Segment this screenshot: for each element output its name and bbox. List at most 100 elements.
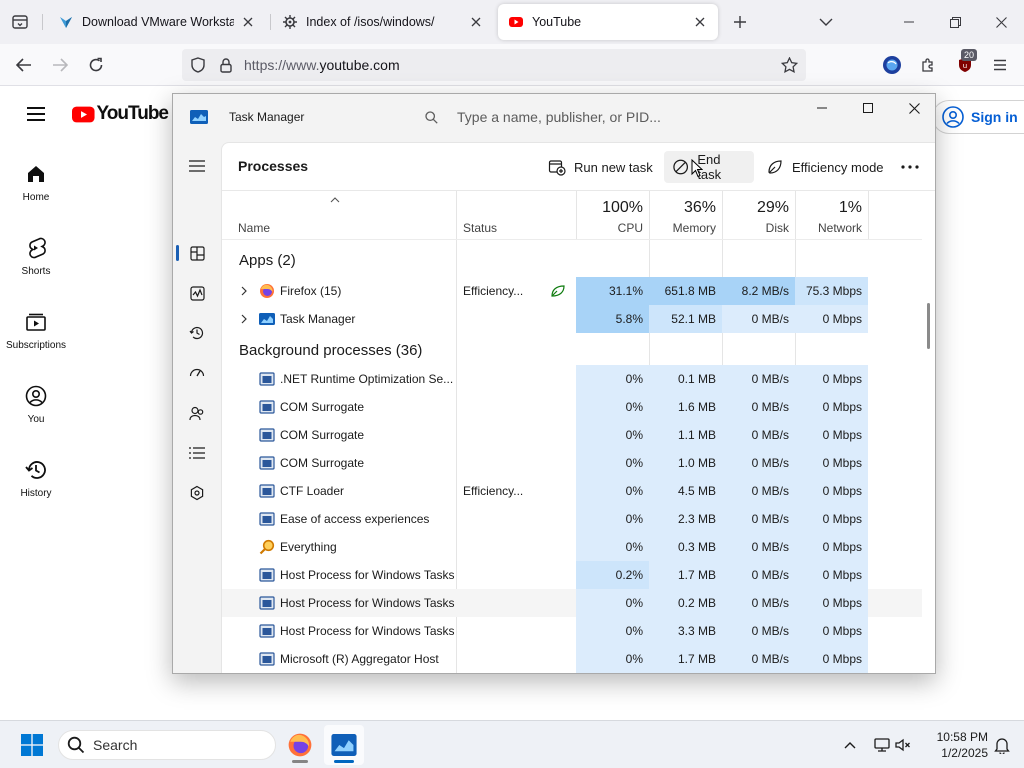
back-button[interactable]: [10, 51, 38, 79]
close-tab-button[interactable]: [468, 14, 484, 30]
table-row[interactable]: .NET Runtime Optimization Se... 0% 0.1 MB 0…: [222, 365, 922, 393]
close-tab-button[interactable]: [240, 14, 256, 30]
table-row[interactable]: Host Process for Windows Tasks 0% 3.3 MB 0 …: [222, 617, 922, 645]
table-row[interactable]: Microsoft (R) Aggregator Host 0% 1.7 MB 0 M…: [222, 645, 922, 673]
tm-maximize-button[interactable]: [845, 94, 891, 122]
chevron-right-icon[interactable]: [238, 285, 250, 297]
run-new-task-button[interactable]: Run new task: [540, 151, 661, 183]
process-name: COM Surrogate: [280, 456, 365, 470]
table-row[interactable]: CTF Loader Efficiency... 0% 4.5 MB 0 MB/s 0 M…: [222, 477, 922, 505]
table-row[interactable]: COM Surrogate 0% 1.1 MB 0 MB/s 0 Mbps: [222, 421, 922, 449]
process-name: .NET Runtime Optimization Se...: [280, 372, 454, 386]
tm-minimize-button[interactable]: [799, 94, 845, 122]
column-divider: [868, 191, 869, 239]
puzzle-icon: [922, 58, 933, 72]
nav-services[interactable]: [185, 481, 209, 505]
app-window-icon: [259, 596, 275, 610]
nav-startup-apps[interactable]: [185, 361, 209, 385]
column-header-status[interactable]: Status: [456, 191, 576, 239]
bookmark-star-button[interactable]: [780, 56, 798, 74]
process-disk: 0 MB/s: [722, 393, 795, 421]
process-name: Host Process for Windows Tasks: [280, 624, 455, 638]
process-disk: 0 MB/s: [722, 305, 795, 333]
notifications-button[interactable]: [988, 725, 1016, 765]
browser-nav-bar: https://www.youtube.com u 20: [0, 44, 1024, 86]
nav-app-history[interactable]: [185, 321, 209, 345]
process-memory: 1.0 MB: [649, 449, 722, 477]
list-all-tabs-button[interactable]: [814, 10, 838, 34]
taskbar-task-manager[interactable]: [324, 725, 364, 765]
plus-icon: [734, 16, 746, 28]
show-hidden-icons-button[interactable]: [834, 725, 866, 765]
yt-nav-history[interactable]: History: [0, 458, 72, 499]
nav-users[interactable]: [185, 401, 209, 425]
taskbar-firefox[interactable]: [280, 725, 320, 765]
browser-close-button[interactable]: [978, 0, 1024, 44]
group-header-background: Background processes (36): [222, 337, 922, 365]
reload-button[interactable]: [82, 51, 110, 79]
page-title: Processes: [238, 158, 309, 174]
more-options-button[interactable]: [892, 151, 928, 183]
table-row[interactable]: Ease of access experiences 0% 2.3 MB 0 MB/s…: [222, 505, 922, 533]
vmware-icon: [60, 17, 72, 28]
table-row[interactable]: Host Process for Windows Tasks 0% 0.2 MB 0 …: [222, 589, 922, 617]
tab-list-button[interactable]: [0, 0, 40, 44]
process-cpu: 0%: [576, 477, 649, 505]
nav-details[interactable]: [185, 441, 209, 465]
table-row[interactable]: COM Surrogate 0% 1.6 MB 0 MB/s 0 Mbps: [222, 393, 922, 421]
yt-nav-subscriptions[interactable]: Subscriptions: [0, 310, 72, 351]
tab-vmware[interactable]: Download VMware Workstation: [48, 4, 266, 40]
task-manager-search-box[interactable]: Type a name, publisher, or PID...: [411, 102, 663, 132]
column-header-cpu[interactable]: 100% CPU: [576, 191, 649, 239]
tab-youtube[interactable]: YouTube: [498, 4, 718, 40]
efficiency-mode-button[interactable]: Efficiency mode: [758, 151, 892, 183]
browser-restore-button[interactable]: [932, 0, 978, 44]
tracking-protection-icon[interactable]: [190, 57, 206, 73]
hamburger-menu-icon: [994, 59, 1006, 71]
table-row[interactable]: Firefox (15) Efficiency... 31.1% 651.8 M…: [222, 277, 922, 305]
column-header-name[interactable]: Name: [222, 191, 456, 239]
chevron-right-icon[interactable]: [238, 313, 250, 325]
table-row[interactable]: Everything 0% 0.3 MB 0 MB/s 0 Mbps: [222, 533, 922, 561]
column-header-network[interactable]: 1% Network: [795, 191, 868, 239]
yt-nav-home[interactable]: Home: [0, 162, 72, 203]
tm-close-button[interactable]: [891, 94, 935, 122]
column-label: Status: [463, 221, 498, 235]
app-menu-button[interactable]: [988, 51, 1012, 79]
tab-isos-index[interactable]: Index of /isos/windows/: [272, 4, 494, 40]
start-button[interactable]: [12, 725, 52, 765]
minimize-icon: [817, 107, 827, 109]
column-label: Disk: [765, 221, 789, 235]
nav-performance[interactable]: [185, 281, 209, 305]
extensions-button[interactable]: [916, 53, 940, 77]
yt-nav-you[interactable]: You: [0, 384, 72, 425]
ublock-extension-button[interactable]: u 20: [952, 49, 978, 79]
browser-minimize-button[interactable]: [886, 0, 932, 44]
firefox-account-button[interactable]: [880, 53, 904, 77]
taskbar-clock[interactable]: 10:58 PM 1/2/2025: [922, 729, 988, 761]
column-header-memory[interactable]: 36% Memory: [649, 191, 722, 239]
youtube-sign-in-button[interactable]: Sign in: [932, 100, 1024, 134]
new-tab-button[interactable]: [728, 10, 752, 34]
forward-button[interactable]: [46, 51, 74, 79]
table-row[interactable]: Task Manager 5.8% 52.1 MB 0 MB/s 0 Mbps: [222, 305, 922, 333]
site-info-button[interactable]: [218, 57, 234, 73]
details-list-icon: [189, 447, 205, 459]
close-tab-button[interactable]: [692, 14, 708, 30]
nav-toggle-button[interactable]: [185, 154, 209, 178]
address-bar[interactable]: https://www.youtube.com: [182, 49, 806, 81]
scrollbar-thumb[interactable]: [927, 303, 930, 349]
column-header-disk[interactable]: 29% Disk: [722, 191, 795, 239]
yt-nav-shorts[interactable]: Shorts: [0, 236, 72, 277]
youtube-logo[interactable]: YouTube: [72, 100, 169, 128]
forward-arrow-icon: [53, 58, 68, 72]
table-row[interactable]: Host Process for Windows Tasks 0.2% 1.7 MB…: [222, 561, 922, 589]
taskbar-search-box[interactable]: Search: [58, 730, 276, 760]
network-volume-tray[interactable]: [868, 725, 916, 765]
search-icon: [425, 111, 438, 124]
youtube-guide-button[interactable]: [22, 100, 50, 128]
end-task-button[interactable]: End task: [664, 151, 754, 183]
table-row[interactable]: COM Surrogate 0% 1.0 MB 0 MB/s 0 Mbps: [222, 449, 922, 477]
url-text[interactable]: https://www.youtube.com: [244, 57, 400, 73]
nav-processes[interactable]: [185, 241, 209, 265]
